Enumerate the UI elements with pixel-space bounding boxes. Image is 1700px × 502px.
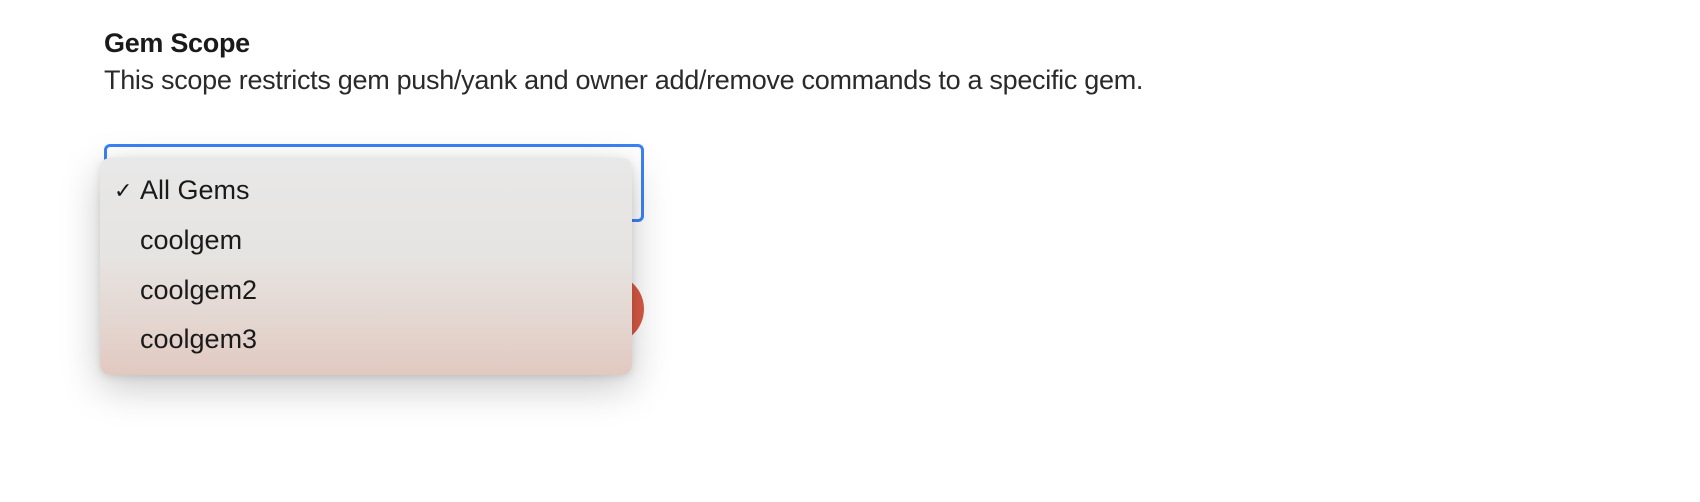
option-coolgem3[interactable]: coolgem3 — [100, 315, 632, 365]
option-label: All Gems — [140, 172, 250, 210]
gem-scope-dropdown: ✓ All Gems coolgem coolgem2 coolgem3 — [100, 158, 632, 375]
option-coolgem[interactable]: coolgem — [100, 216, 632, 266]
section-title: Gem Scope — [104, 28, 1700, 59]
option-label: coolgem2 — [140, 272, 257, 310]
checkmark-icon: ✓ — [114, 180, 136, 202]
section-description: This scope restricts gem push/yank and o… — [104, 65, 1700, 96]
option-all-gems[interactable]: ✓ All Gems — [100, 166, 632, 216]
option-label: coolgem3 — [140, 321, 257, 359]
option-label: coolgem — [140, 222, 242, 260]
option-coolgem2[interactable]: coolgem2 — [100, 266, 632, 316]
